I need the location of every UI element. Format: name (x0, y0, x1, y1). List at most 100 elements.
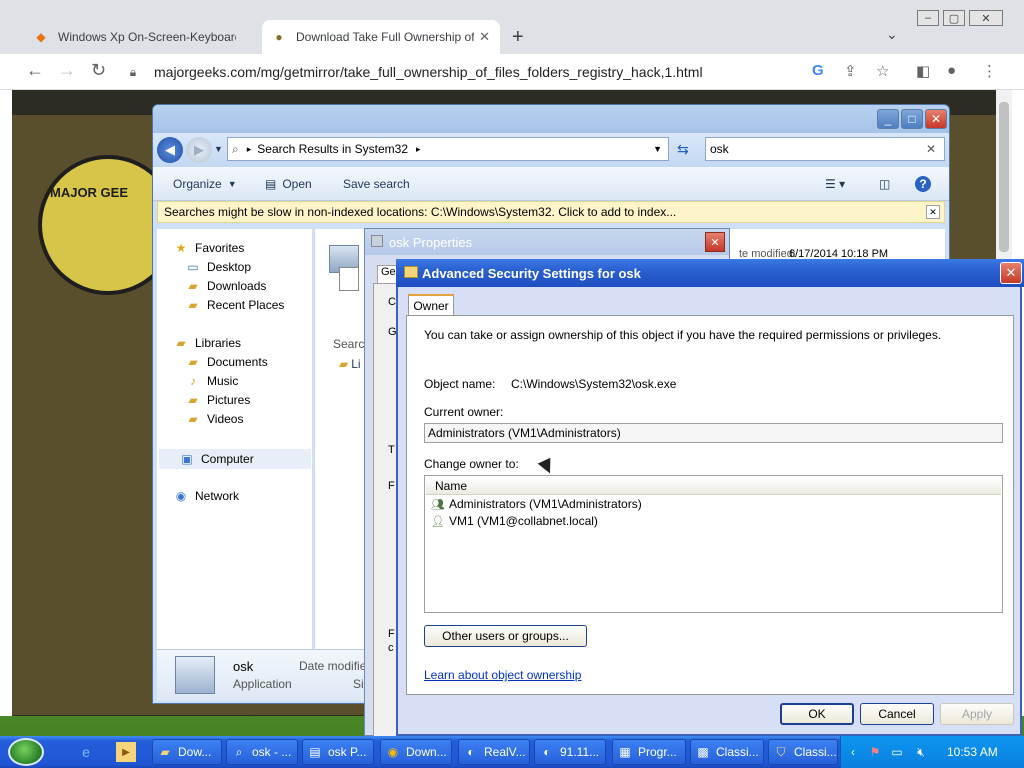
back-arrow-icon[interactable]: ← (26, 60, 44, 81)
nav-label: Computer (201, 452, 254, 466)
close-button[interactable]: ✕ (969, 10, 1003, 26)
action-center-flag-icon[interactable]: ⚑ (867, 744, 883, 760)
tab-owner[interactable]: Owner (408, 294, 454, 316)
change-owner-label: Change owner to: (424, 457, 519, 471)
menu-kebab-icon[interactable]: ⋮ (982, 62, 997, 80)
google-icon[interactable]: G (812, 62, 824, 79)
maximize-button[interactable]: ▢ (943, 10, 965, 26)
save-search-button[interactable]: Save search (343, 177, 410, 191)
clear-search-icon[interactable]: ✕ (926, 142, 936, 156)
folder-icon (404, 266, 418, 278)
advanced-security-titlebar: Advanced Security Settings for osk ✕ (396, 259, 1024, 287)
tab-download-take-ownership[interactable]: ● Download Take Full Ownership of Fi ✕ (262, 20, 500, 54)
open-button[interactable]: ▤ Open (265, 177, 312, 191)
other-users-button[interactable]: Other users or groups... (424, 625, 587, 647)
nav-desktop[interactable]: ▭ Desktop (185, 260, 251, 274)
preview-pane-icon[interactable]: ◫ (879, 177, 890, 191)
nav-music[interactable]: ♪ Music (185, 374, 238, 388)
browser-toolbar: ← → ↻ 🔒︎ majorgeeks.com/mg/getmirror/tak… (0, 54, 1024, 90)
lock-icon: 🔒︎ (129, 64, 137, 79)
document-file-icon[interactable] (339, 267, 359, 291)
props-fragment: F (388, 480, 395, 492)
nav-recent-places[interactable]: ▰ Recent Places (185, 298, 284, 312)
volume-muted-icon[interactable]: 🔇︎ (913, 744, 929, 760)
nav-computer[interactable]: ▣ Computer (159, 449, 311, 469)
forward-arrow-icon[interactable]: → (58, 60, 76, 81)
tab-search-chevron-icon[interactable]: ⌄ (886, 26, 898, 43)
apply-button[interactable]: Apply (940, 703, 1014, 725)
bookmark-star-icon[interactable]: ☆ (876, 62, 889, 80)
address-dropdown-icon[interactable]: ▼ (653, 144, 662, 154)
nav-downloads[interactable]: ▰ Downloads (185, 279, 266, 293)
search-again-libraries[interactable]: ▰ Li (339, 357, 361, 371)
search-icon: ⌕ (232, 141, 239, 156)
reload-icon[interactable]: ↻ (91, 60, 106, 81)
minimize-button[interactable]: ‒ (917, 10, 939, 26)
close-button[interactable]: ✕ (925, 109, 947, 129)
share-icon[interactable]: ⇪ (844, 62, 857, 80)
close-button[interactable]: ✕ (705, 232, 725, 252)
nav-libraries[interactable]: ▰ Libraries (173, 336, 241, 350)
taskbar-button-realvnc[interactable]: ◐ RealV... (458, 739, 530, 765)
side-panel-icon[interactable]: ◧ (916, 62, 930, 80)
column-header-name[interactable]: Name (426, 477, 1001, 495)
index-info-bar[interactable]: Searches might be slow in non-indexed lo… (157, 201, 945, 223)
scrollbar-thumb[interactable] (999, 102, 1009, 252)
tab-title: Windows Xp On-Screen-Keyboard d (58, 30, 236, 44)
taskbar-button-vnc-session[interactable]: ◐ 91.11... (534, 739, 606, 765)
address-box[interactable]: ⌕ ▸ Search Results in System32 ▸ ▼ (227, 137, 669, 161)
nav-pictures[interactable]: ▰ Pictures (185, 393, 250, 407)
internet-explorer-icon[interactable]: e (76, 742, 96, 762)
help-icon[interactable]: ? (915, 176, 931, 192)
learn-ownership-link[interactable]: Learn about object ownership (424, 668, 581, 682)
tab-windows-xp-osk[interactable]: ◆ Windows Xp On-Screen-Keyboard d (24, 20, 260, 54)
taskbar-button-programs[interactable]: ▦ Progr... (612, 739, 686, 765)
list-item[interactable]: 👥︎ Administrators (VM1\Administrators) (431, 497, 642, 511)
media-player-icon[interactable]: ▶ (116, 742, 136, 762)
current-owner-label: Current owner: (424, 405, 504, 419)
start-button[interactable] (8, 738, 44, 766)
refresh-icon[interactable]: ⇆ (677, 141, 689, 158)
recent-pages-chevron-icon[interactable]: ▼ (214, 144, 223, 154)
props-fragment: F (388, 628, 395, 640)
taskbar-button-osk-properties[interactable]: ▤ osk P... (302, 739, 374, 765)
back-arrow-icon[interactable]: ◀ (157, 137, 183, 163)
new-tab-button[interactable]: + (512, 26, 524, 49)
profile-avatar-icon[interactable]: ● (947, 62, 956, 79)
taskbar-button-chrome[interactable]: ◉ Down... (380, 739, 452, 765)
show-hidden-icons-chevron-icon[interactable]: ‹ (845, 744, 861, 760)
computer-icon: ▣ (181, 452, 193, 466)
ok-button[interactable]: OK (780, 703, 854, 725)
dropdown-arrow-icon: ▼ (227, 179, 237, 189)
nav-videos[interactable]: ▰ Videos (185, 412, 243, 426)
cancel-button[interactable]: Cancel (860, 703, 934, 725)
search-input[interactable]: osk ✕ (705, 137, 945, 161)
taskbar-button-classic-2[interactable]: ⛉ Classi... (768, 739, 838, 765)
tab-strip: ◆ Windows Xp On-Screen-Keyboard d ● Down… (0, 0, 1024, 54)
taskbar-button-downloads[interactable]: ▰ Dow... (152, 739, 222, 765)
taskbar-button-classic-1[interactable]: ▩ Classi... (690, 739, 764, 765)
owner-list[interactable]: Name 👥︎ Administrators (VM1\Administrato… (424, 475, 1003, 613)
list-item[interactable]: 👤︎ VM1 (VM1@collabnet.local) (431, 514, 598, 528)
props-fragment: c (388, 642, 394, 654)
taskbar-button-osk-search[interactable]: ⌕ osk - ... (226, 739, 298, 765)
network-tray-icon[interactable]: ▭ (889, 744, 905, 760)
close-button[interactable]: ✕ (1000, 262, 1022, 284)
forward-arrow-icon[interactable]: ▶ (186, 137, 212, 163)
organize-button[interactable]: Organize ▼ (173, 177, 237, 191)
breadcrumb-arrow-icon[interactable]: ▸ (416, 144, 421, 155)
nav-documents[interactable]: ▰ Documents (185, 355, 267, 369)
documents-icon: ▰ (188, 355, 198, 369)
clock[interactable]: 10:53 AM (947, 745, 998, 759)
close-info-bar-icon[interactable]: ✕ (926, 205, 940, 219)
maximize-button[interactable]: □ (901, 109, 923, 129)
owner-name: Administrators (VM1\Administrators) (449, 497, 642, 511)
nav-label: Desktop (207, 260, 252, 274)
search-value: osk (710, 142, 729, 156)
minimize-button[interactable]: _ (877, 109, 899, 129)
nav-favorites[interactable]: ★ Favorites (173, 241, 245, 255)
nav-network[interactable]: ◉ Network (173, 489, 239, 503)
close-tab-icon[interactable]: ✕ (479, 29, 490, 45)
address-bar[interactable]: 🔒︎ majorgeeks.com/mg/getmirror/take_full… (124, 58, 904, 86)
view-options-icon[interactable]: ☰ ▾ (825, 177, 845, 191)
